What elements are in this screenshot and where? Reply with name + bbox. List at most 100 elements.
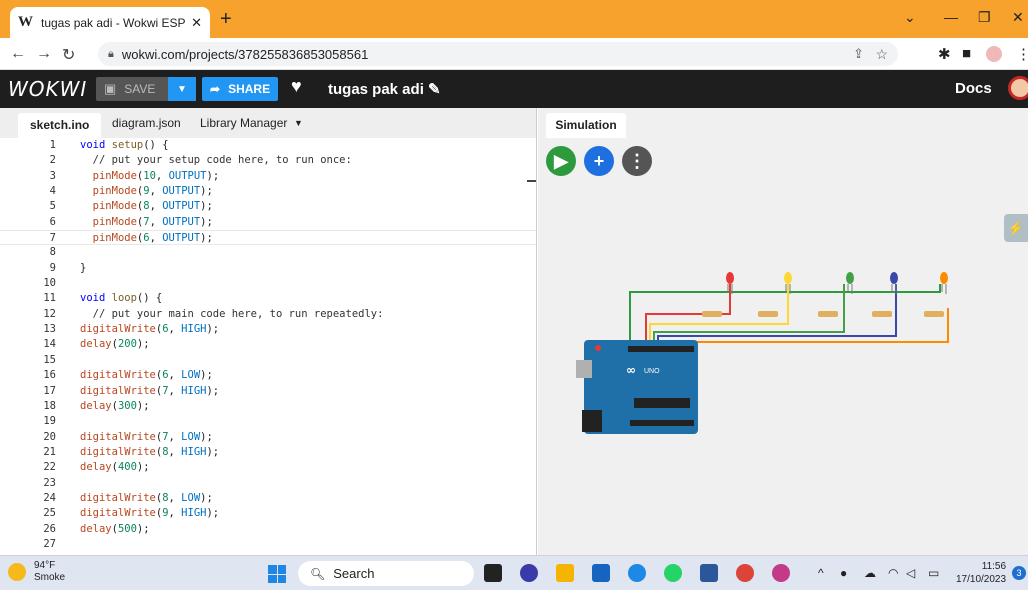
code-line[interactable]: 18 delay(300);: [0, 399, 536, 414]
code-text[interactable]: void setup() {: [80, 138, 169, 153]
code-text[interactable]: pinMode(6, OUTPUT);: [80, 231, 213, 246]
code-text[interactable]: pinMode(9, OUTPUT);: [80, 184, 213, 199]
code-line[interactable]: 4 pinMode(9, OUTPUT);: [0, 184, 536, 199]
code-text[interactable]: digitalWrite(6, LOW);: [80, 368, 213, 383]
code-line[interactable]: 1 void setup() {: [0, 138, 536, 153]
back-icon[interactable]: ←: [10, 45, 26, 63]
code-line[interactable]: 6 pinMode(7, OUTPUT);: [0, 215, 536, 230]
save-dropdown-icon[interactable]: ▼: [168, 77, 196, 101]
bookmark-star-icon[interactable]: ☆: [875, 46, 888, 63]
chrome-icon[interactable]: [736, 564, 754, 582]
code-line[interactable]: 27: [0, 537, 536, 552]
reload-icon[interactable]: ↻: [62, 45, 75, 65]
file-explorer-icon[interactable]: [556, 564, 574, 582]
docs-link[interactable]: Docs: [955, 80, 992, 97]
code-text[interactable]: digitalWrite(8, HIGH);: [80, 445, 219, 460]
browser-tab[interactable]: W tugas pak adi - Wokwi ESP32, ST ✕: [10, 7, 210, 38]
code-text[interactable]: void loop() {: [80, 291, 162, 306]
code-text[interactable]: pinMode(7, OUTPUT);: [80, 215, 213, 230]
minimize-icon[interactable]: —: [944, 9, 958, 25]
code-line[interactable]: 19: [0, 414, 536, 429]
word-icon[interactable]: [700, 564, 718, 582]
code-line[interactable]: 17 digitalWrite(7, HIGH);: [0, 384, 536, 399]
tab-diagram-json[interactable]: diagram.json: [100, 108, 193, 138]
code-line[interactable]: 26 delay(500);: [0, 522, 536, 537]
weather-widget[interactable]: 94°F Smoke: [8, 560, 65, 584]
code-line[interactable]: 25 digitalWrite(9, HIGH);: [0, 506, 536, 521]
code-line[interactable]: 16 digitalWrite(6, LOW);: [0, 368, 536, 383]
volume-icon[interactable]: ◁: [906, 566, 915, 580]
chevron-down-icon[interactable]: ⌄: [904, 9, 916, 26]
code-text[interactable]: delay(400);: [80, 460, 150, 475]
pencil-icon[interactable]: ✎: [428, 81, 441, 98]
share-page-icon[interactable]: ⇪: [853, 46, 864, 62]
code-line[interactable]: 14 delay(200);: [0, 337, 536, 352]
code-text[interactable]: digitalWrite(9, HIGH);: [80, 506, 219, 521]
start-button[interactable]: [268, 565, 286, 583]
code-line[interactable]: 10: [0, 276, 536, 291]
share-button[interactable]: ➦ SHARE: [202, 77, 278, 101]
code-text[interactable]: pinMode(10, OUTPUT);: [80, 169, 220, 184]
whatsapp-icon[interactable]: [664, 564, 682, 582]
code-text[interactable]: delay(300);: [80, 399, 150, 414]
tabs-dropdown-icon[interactable]: ▼: [282, 108, 315, 138]
store-icon[interactable]: [592, 564, 610, 582]
code-line[interactable]: 3 pinMode(10, OUTPUT);: [0, 169, 536, 184]
code-text[interactable]: // put your setup code here, to run once…: [80, 153, 352, 168]
code-line[interactable]: 2 // put your setup code here, to run on…: [0, 153, 536, 168]
notification-badge[interactable]: 3: [1012, 566, 1026, 580]
close-tab-icon[interactable]: ✕: [191, 15, 202, 31]
code-line[interactable]: 7 pinMode(6, OUTPUT);: [0, 230, 536, 246]
led[interactable]: [940, 272, 948, 294]
code-text[interactable]: delay(200);: [80, 337, 150, 352]
project-name[interactable]: tugas pak adi ✎: [328, 80, 441, 98]
arduino-uno-board[interactable]: ∞ UNO: [576, 340, 698, 434]
code-text[interactable]: digitalWrite(7, HIGH);: [80, 384, 219, 399]
code-line[interactable]: 5 pinMode(8, OUTPUT);: [0, 199, 536, 214]
code-line[interactable]: 8: [0, 245, 536, 260]
led[interactable]: [846, 272, 854, 294]
wokwi-logo[interactable]: WOKWI: [8, 77, 87, 101]
heart-icon[interactable]: ♥: [291, 76, 302, 97]
code-text[interactable]: pinMode(8, OUTPUT);: [80, 199, 213, 214]
avatar[interactable]: [1008, 76, 1028, 100]
code-lines[interactable]: 1 void setup() {2 // put your setup code …: [0, 138, 536, 552]
clock[interactable]: 11:56 17/10/2023: [956, 560, 1006, 586]
tab-sketch-ino[interactable]: sketch.ino: [18, 113, 102, 138]
sidepanel-icon[interactable]: ■: [962, 45, 971, 62]
tray-chevron-icon[interactable]: ^: [818, 566, 824, 580]
taskbar-search[interactable]: 🔍︎ Search: [298, 561, 474, 586]
code-line[interactable]: 11 void loop() {: [0, 291, 536, 306]
code-line[interactable]: 21 digitalWrite(8, HIGH);: [0, 445, 536, 460]
code-text[interactable]: digitalWrite(6, HIGH);: [80, 322, 219, 337]
chrome-profile-icon[interactable]: [772, 564, 790, 582]
chat-icon[interactable]: [520, 564, 538, 582]
forward-icon[interactable]: →: [36, 45, 52, 63]
code-text[interactable]: // put your main code here, to run repea…: [80, 307, 384, 322]
tray-drive-icon[interactable]: ☁: [864, 566, 876, 580]
code-line[interactable]: 12 // put your main code here, to run re…: [0, 307, 536, 322]
extensions-icon[interactable]: ✱: [938, 45, 951, 63]
wifi-icon[interactable]: ◠: [888, 566, 898, 580]
new-tab-icon[interactable]: +: [220, 8, 232, 31]
code-line[interactable]: 24 digitalWrite(8, LOW);: [0, 491, 536, 506]
restore-icon[interactable]: ❐: [978, 9, 991, 26]
save-button[interactable]: ▣ SAVE ▼: [96, 77, 196, 101]
menu-icon[interactable]: ⋮: [1016, 45, 1028, 63]
battery-icon[interactable]: ▭: [928, 566, 939, 580]
code-text[interactable]: delay(500);: [80, 522, 150, 537]
code-line[interactable]: 22 delay(400);: [0, 460, 536, 475]
tray-app-icon[interactable]: ●: [840, 566, 847, 580]
code-text[interactable]: digitalWrite(8, LOW);: [80, 491, 213, 506]
code-line[interactable]: 15: [0, 353, 536, 368]
code-line[interactable]: 9}: [0, 261, 536, 276]
url-field[interactable]: 🔒︎ wokwi.com/projects/378255836853058561…: [98, 42, 898, 66]
code-line[interactable]: 23: [0, 476, 536, 491]
profile-icon[interactable]: [986, 46, 1002, 62]
task-view-icon[interactable]: [484, 564, 502, 582]
close-window-icon[interactable]: ✕: [1012, 9, 1024, 26]
code-line[interactable]: 13 digitalWrite(6, HIGH);: [0, 322, 536, 337]
code-text[interactable]: digitalWrite(7, LOW);: [80, 430, 213, 445]
code-text[interactable]: }: [80, 261, 86, 276]
code-line[interactable]: 20 digitalWrite(7, LOW);: [0, 430, 536, 445]
